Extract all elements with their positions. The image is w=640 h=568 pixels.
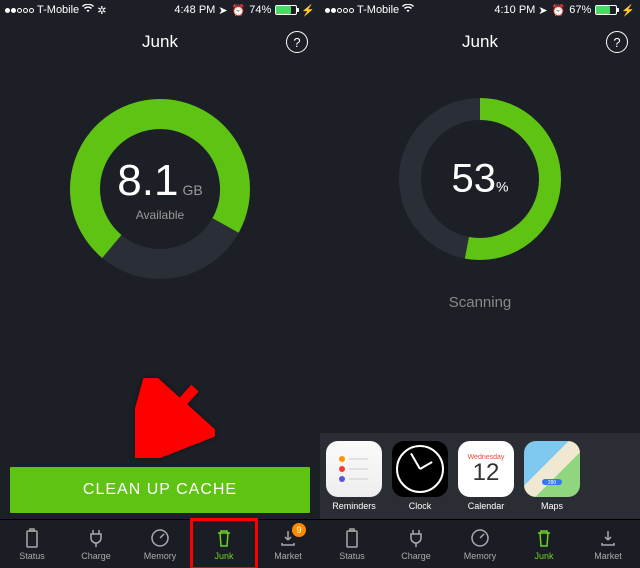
clock-icon [392, 441, 448, 497]
carrier: T-Mobile [357, 4, 399, 16]
reminders-icon [326, 441, 382, 497]
gauge-icon [469, 527, 491, 549]
alarm-icon: ⏰ [552, 4, 566, 17]
time: 4:10 PM [494, 4, 535, 16]
market-badge: 9 [292, 523, 306, 537]
scan-pct: 53 [452, 157, 497, 201]
tab-junk[interactable]: Junk [512, 520, 576, 568]
plug-icon [85, 527, 107, 549]
tab-memory[interactable]: Memory [448, 520, 512, 568]
app-reminders[interactable]: Reminders [326, 441, 382, 511]
page-title: Junk [462, 32, 498, 52]
app-maps[interactable]: 280 Maps [524, 441, 580, 511]
storage-sub: Available [117, 208, 202, 222]
charging-icon: ⚡ [621, 4, 635, 17]
trash-icon [213, 527, 235, 549]
battery-icon [341, 527, 363, 549]
wifi-icon [82, 4, 94, 16]
download-icon [597, 527, 619, 549]
battery-icon [21, 527, 43, 549]
tab-junk[interactable]: Junk [192, 520, 256, 568]
battery-icon [275, 5, 297, 15]
tab-status[interactable]: Status [320, 520, 384, 568]
calendar-icon: Wednesday 12 [458, 441, 514, 497]
battery-pct: 67% [569, 4, 591, 16]
storage-unit: GB [182, 182, 202, 198]
app-calendar[interactable]: Wednesday 12 Calendar [458, 441, 514, 511]
page-title: Junk [142, 32, 178, 52]
tab-bar: Status Charge Memory Junk 9Market [0, 519, 320, 568]
alarm-icon: ⏰ [232, 4, 246, 17]
header: Junk ? [0, 20, 320, 64]
tab-status[interactable]: Status [0, 520, 64, 568]
tab-market[interactable]: Market [576, 520, 640, 568]
gauge-icon [149, 527, 171, 549]
tab-memory[interactable]: Memory [128, 520, 192, 568]
loading-icon: ✲ [97, 4, 106, 17]
signal-dots [325, 8, 354, 13]
help-button[interactable]: ? [286, 31, 308, 53]
carrier: T-Mobile [37, 4, 79, 16]
location-icon: ➤ [538, 4, 547, 17]
screen-right: T-Mobile 4:10 PM ➤ ⏰ 67% ⚡ Junk ? 53% Sc… [320, 0, 640, 568]
tab-charge[interactable]: Charge [64, 520, 128, 568]
scan-ring: 53% [390, 89, 570, 269]
storage-ring: 8.1GB Available [60, 89, 260, 289]
maps-icon: 280 [524, 441, 580, 497]
charging-icon: ⚡ [301, 4, 315, 17]
apps-row: Reminders Clock Wednesday 12 Calendar 28… [320, 433, 640, 519]
status-bar: T-Mobile 4:10 PM ➤ ⏰ 67% ⚡ [320, 0, 640, 20]
wifi-icon [402, 4, 414, 16]
battery-pct: 74% [249, 4, 271, 16]
trash-icon [533, 527, 555, 549]
signal-dots [5, 8, 34, 13]
app-clock[interactable]: Clock [392, 441, 448, 511]
tab-charge[interactable]: Charge [384, 520, 448, 568]
scanning-label: Scanning [320, 294, 640, 311]
svg-text:280: 280 [548, 480, 557, 486]
scan-unit: % [496, 179, 508, 195]
help-button[interactable]: ? [606, 31, 628, 53]
status-bar: T-Mobile ✲ 4:48 PM ➤ ⏰ 74% ⚡ [0, 0, 320, 20]
clean-cache-button[interactable]: CLEAN UP CACHE [10, 467, 310, 513]
plug-icon [405, 527, 427, 549]
time: 4:48 PM [174, 4, 215, 16]
header: Junk ? [320, 20, 640, 64]
location-icon: ➤ [218, 4, 227, 17]
tab-market[interactable]: 9Market [256, 520, 320, 568]
tab-bar: Status Charge Memory Junk Market [320, 519, 640, 568]
screen-left: T-Mobile ✲ 4:48 PM ➤ ⏰ 74% ⚡ Junk ? 8. [0, 0, 320, 568]
battery-icon [595, 5, 617, 15]
red-arrow-annotation [135, 378, 215, 463]
storage-value: 8.1 [117, 156, 178, 205]
